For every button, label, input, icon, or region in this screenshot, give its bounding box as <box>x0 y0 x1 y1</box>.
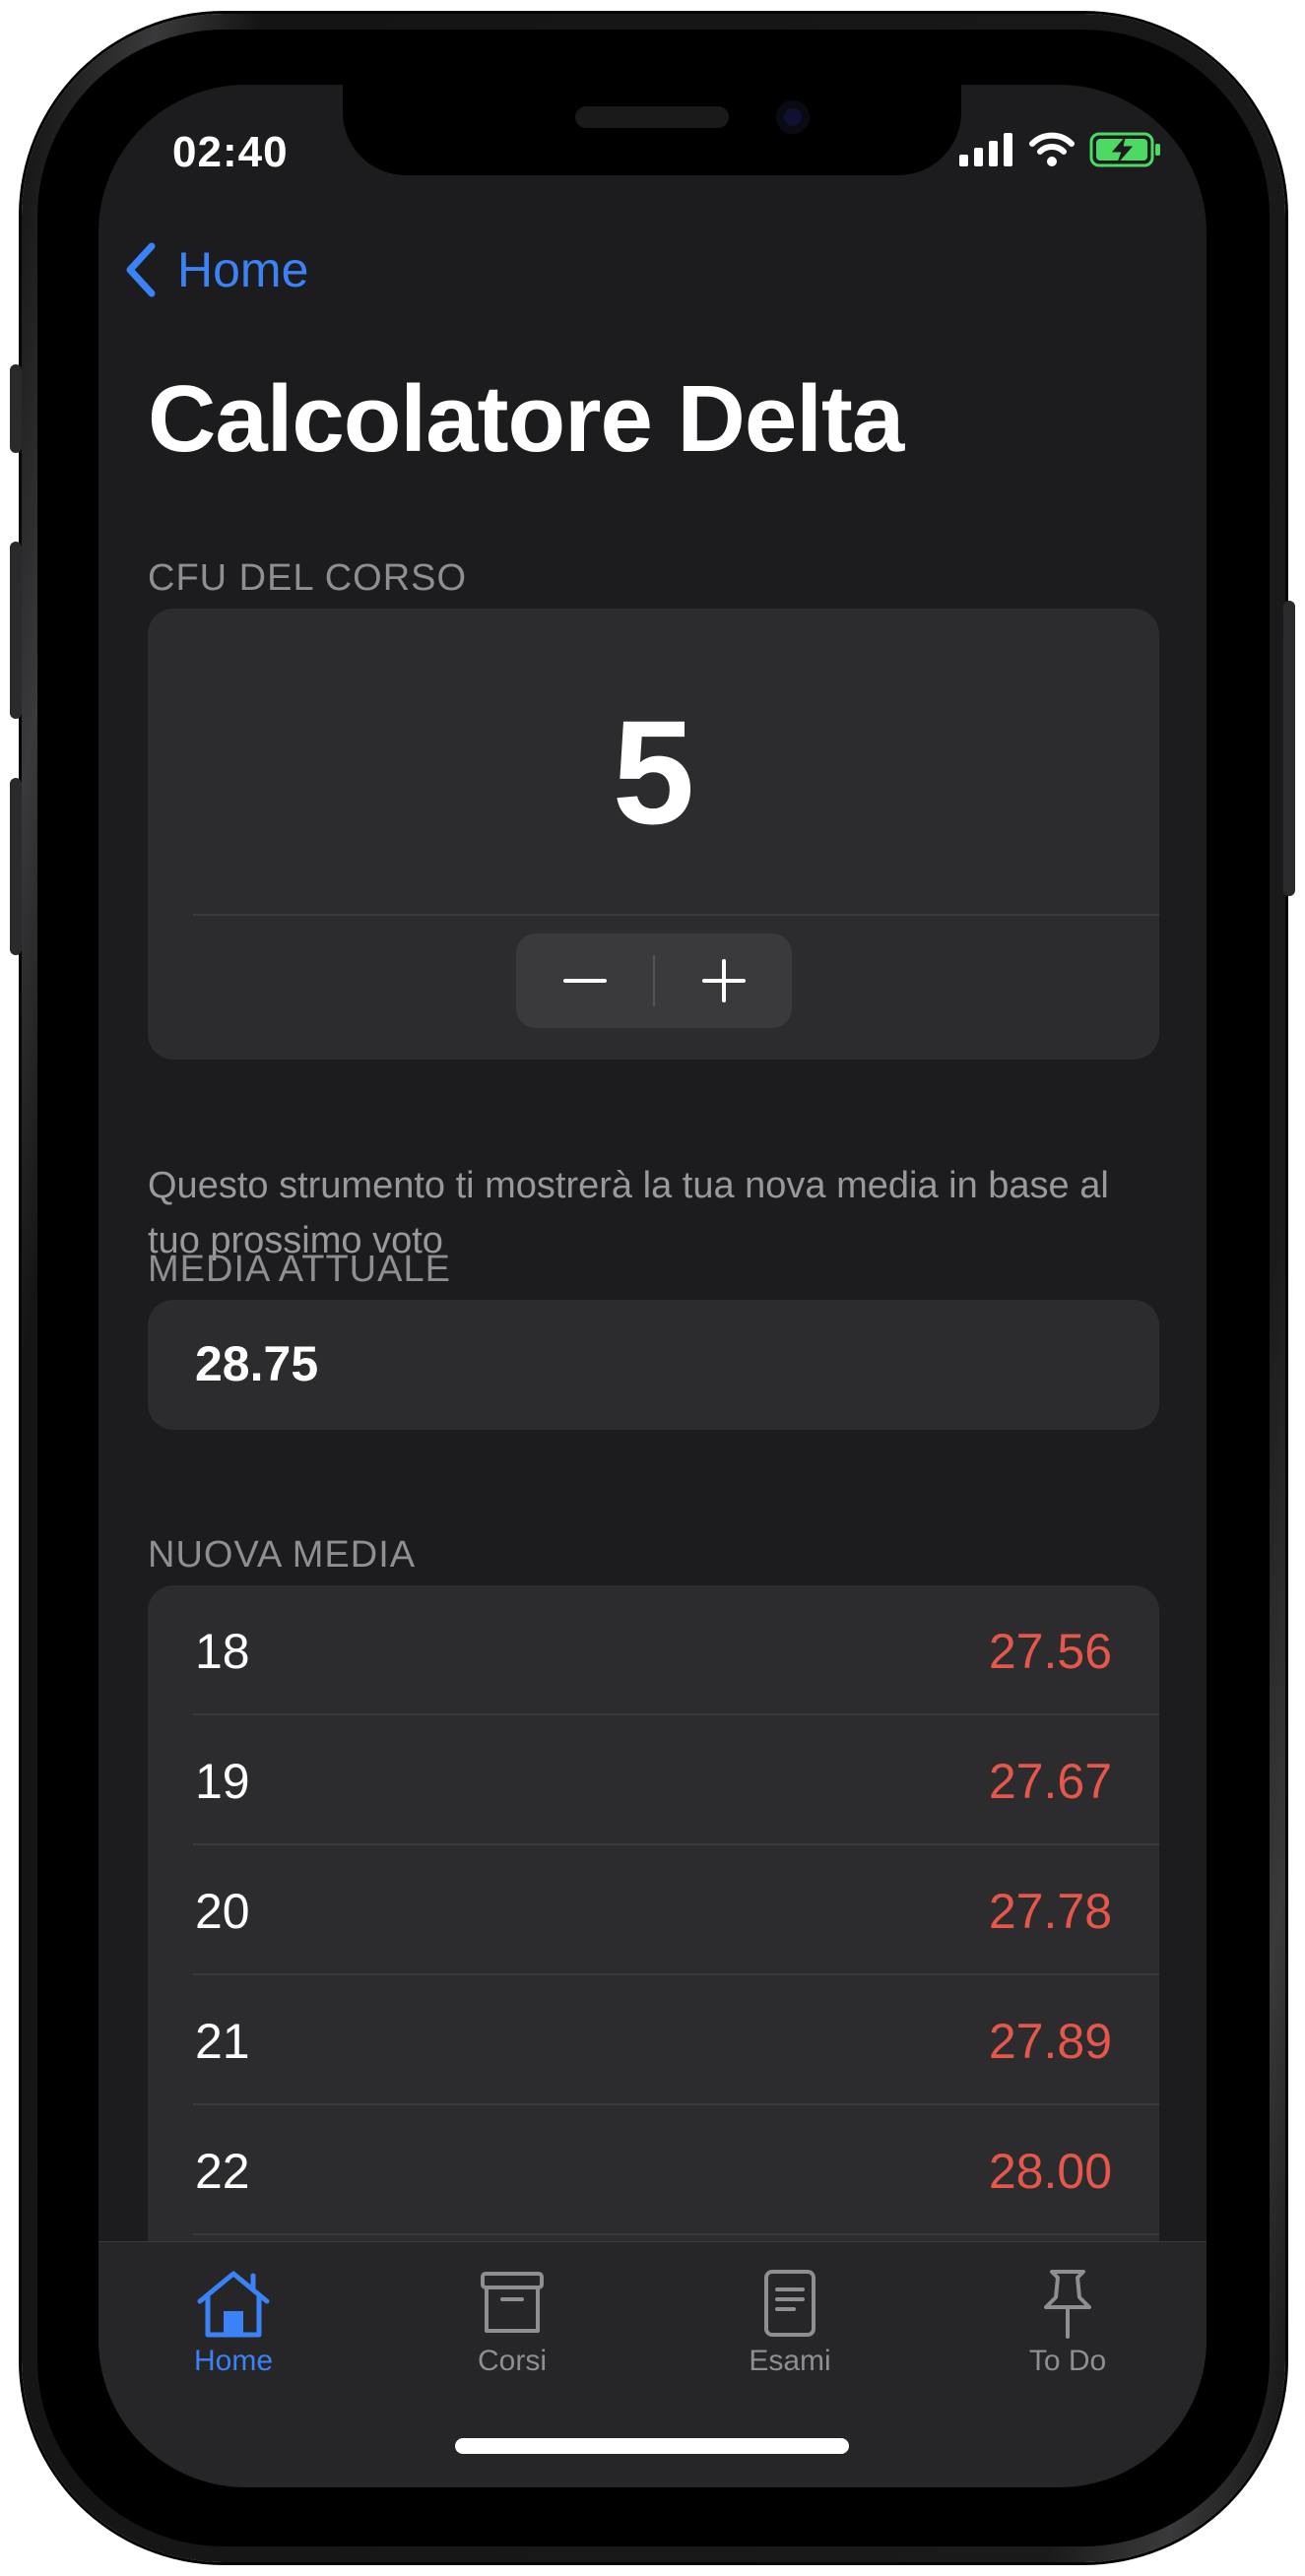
list-item: 19 27.67 <box>148 1715 1159 1845</box>
tab-todo[interactable]: To Do <box>969 2268 1166 2378</box>
row-divider <box>193 2233 1159 2235</box>
back-button-label: Home <box>177 242 309 297</box>
tab-home-label: Home <box>193 2345 274 2377</box>
mute-switch <box>10 364 22 453</box>
status-time: 02:40 <box>172 128 289 176</box>
page-title: Calcolatore Delta <box>148 366 904 472</box>
new-average-value: 27.78 <box>988 1884 1112 1939</box>
cfu-divider <box>193 914 1159 916</box>
screen: 02:40 Home Calcolatore Delta CFU DEL COR… <box>98 85 1207 2487</box>
notch <box>343 85 961 175</box>
volume-down-button <box>10 778 22 955</box>
new-average-value: 28.00 <box>988 2144 1112 2199</box>
nuova-media-list: 18 27.56 19 27.67 20 27.78 21 27.89 22 2… <box>148 1585 1159 2294</box>
tab-home[interactable]: Home <box>135 2268 332 2378</box>
cfu-card: 5 <box>148 609 1159 1060</box>
tab-esami-label: Esami <box>749 2345 831 2377</box>
list-item: 18 27.56 <box>148 1585 1159 1715</box>
new-average-value: 27.56 <box>988 1624 1112 1679</box>
tab-corsi-label: Corsi <box>477 2345 547 2377</box>
front-camera <box>776 100 810 134</box>
list-item: 20 27.78 <box>148 1845 1159 1975</box>
volume-up-button <box>10 542 22 719</box>
new-average-value: 27.89 <box>988 2014 1112 2069</box>
grade-label: 22 <box>195 2144 250 2199</box>
tab-todo-label: To Do <box>1028 2345 1107 2377</box>
battery-charging-icon <box>1089 132 1160 167</box>
home-indicator[interactable] <box>455 2438 849 2454</box>
earpiece-speaker <box>575 106 729 128</box>
house-icon <box>197 2271 270 2338</box>
pin-icon <box>1044 2270 1091 2339</box>
power-button <box>1283 601 1295 896</box>
tab-esami[interactable]: Esami <box>691 2268 888 2378</box>
new-average-value: 27.67 <box>988 1754 1112 1809</box>
tab-corsi[interactable]: Corsi <box>414 2268 611 2378</box>
nuova-media-header: NUOVA MEDIA <box>148 1534 417 1576</box>
list-item: 22 28.00 <box>148 2105 1159 2235</box>
media-attuale-value: 28.75 <box>195 1336 319 1391</box>
grade-label: 18 <box>195 1624 250 1679</box>
cfu-value: 5 <box>612 689 695 855</box>
wifi-icon <box>1029 132 1075 166</box>
cfu-stepper <box>516 934 792 1028</box>
list-item: 21 27.89 <box>148 1975 1159 2105</box>
document-icon <box>764 2270 816 2337</box>
minus-icon <box>562 979 607 983</box>
chevron-left-icon <box>126 242 156 297</box>
status-icons <box>959 132 1162 167</box>
back-button[interactable]: Home <box>120 240 308 299</box>
decrement-button[interactable] <box>516 934 653 1028</box>
plus-icon <box>701 959 746 1002</box>
media-attuale-header: MEDIA ATTUALE <box>148 1249 451 1290</box>
media-attuale-card: 28.75 <box>148 1300 1159 1430</box>
cfu-section-header: CFU DEL CORSO <box>148 557 468 599</box>
grade-label: 19 <box>195 1754 250 1809</box>
cellular-signal-icon <box>959 133 1012 166</box>
archive-box-icon <box>481 2272 544 2333</box>
increment-button[interactable] <box>655 934 792 1028</box>
grade-label: 21 <box>195 2014 250 2069</box>
grade-label: 20 <box>195 1884 250 1939</box>
